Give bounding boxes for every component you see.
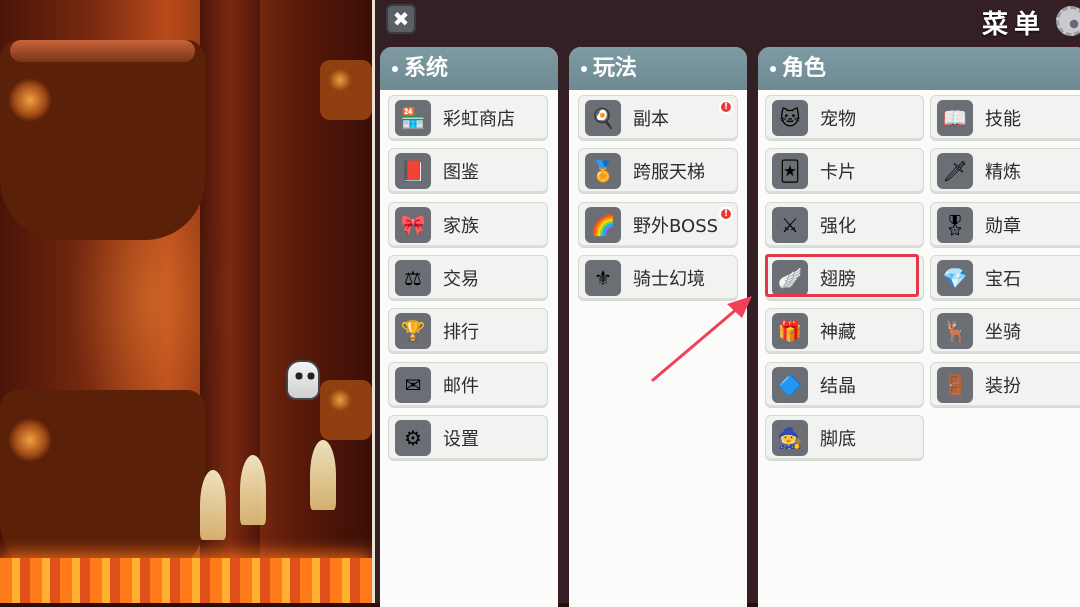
pointer-arrow [651,296,752,382]
